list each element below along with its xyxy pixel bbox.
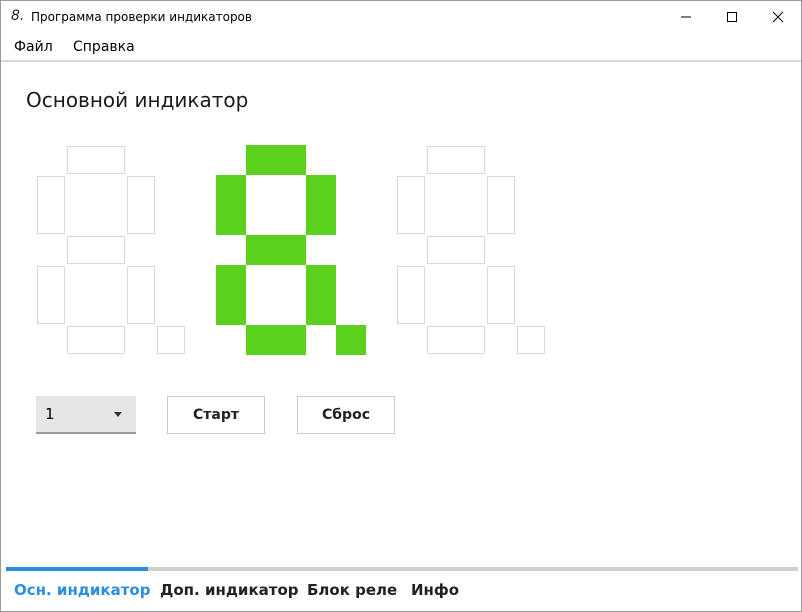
- digit-2-segment-c: [306, 265, 336, 325]
- digit-1-segment-dp: [157, 326, 185, 354]
- digit-3-segment-d: [427, 326, 485, 354]
- seven-segment-app-icon: 8.: [11, 8, 25, 24]
- digit-select-value: 1: [45, 405, 55, 423]
- reset-button[interactable]: Сброс: [297, 396, 395, 434]
- menu-file[interactable]: Файл: [14, 38, 53, 56]
- digit-3-segment-g: [427, 236, 485, 264]
- tab-main-indicator[interactable]: Осн. индикатор: [14, 580, 150, 600]
- digit-1-segment-c: [127, 266, 155, 324]
- digit-2-segment-b: [306, 175, 336, 235]
- digit-1-segment-b: [127, 176, 155, 234]
- digit-3-segment-a: [427, 146, 485, 174]
- close-button[interactable]: [755, 1, 801, 32]
- digit-2-segment-a: [246, 145, 306, 175]
- tab-active-indicator: [6, 567, 148, 571]
- digit-2-segment-g: [246, 235, 306, 265]
- digit-2-segment-e: [216, 265, 246, 325]
- menu-help[interactable]: Справка: [73, 38, 135, 56]
- tab-relay-block[interactable]: Блок реле: [307, 580, 397, 600]
- page-title: Основной индикатор: [26, 88, 249, 112]
- maximize-icon: [727, 11, 737, 22]
- digit-2-segment-f: [216, 175, 246, 235]
- menu-bar: Файл Справка: [1, 32, 801, 61]
- digit-3-segment-dp: [517, 326, 545, 354]
- minimize-icon: [681, 16, 691, 17]
- close-icon: [772, 11, 784, 22]
- digit-1-segment-e: [37, 266, 65, 324]
- digit-2-segment-dp: [336, 325, 366, 355]
- app-window: 8. Программа проверки индикаторов Файл С…: [0, 0, 802, 612]
- digit-1-segment-g: [67, 236, 125, 264]
- digit-3-segment-c: [487, 266, 515, 324]
- window-title: Программа проверки индикаторов: [31, 10, 252, 24]
- chevron-down-icon: [114, 412, 122, 417]
- digit-1-segment-a: [67, 146, 125, 174]
- start-button[interactable]: Старт: [167, 396, 265, 434]
- title-bar[interactable]: 8. Программа проверки индикаторов: [1, 1, 801, 32]
- digit-select[interactable]: 1: [36, 396, 136, 434]
- digit-1-segment-f: [37, 176, 65, 234]
- minimize-button[interactable]: [663, 1, 709, 32]
- maximize-button[interactable]: [709, 1, 755, 32]
- digit-3-segment-e: [397, 266, 425, 324]
- digit-3-segment-b: [487, 176, 515, 234]
- digit-2-segment-d: [246, 325, 306, 355]
- tab-extra-indicator[interactable]: Доп. индикатор: [160, 580, 299, 600]
- tab-info[interactable]: Инфо: [411, 580, 459, 600]
- digit-1-segment-d: [67, 326, 125, 354]
- menu-divider: [1, 60, 801, 62]
- digit-3-segment-f: [397, 176, 425, 234]
